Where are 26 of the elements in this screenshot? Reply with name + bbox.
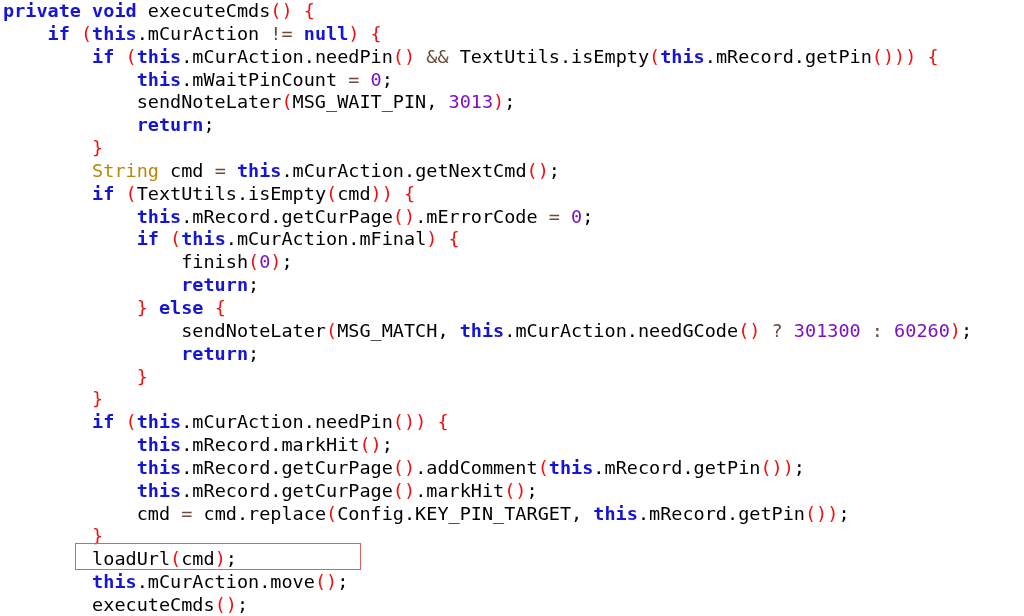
code-line: this.mWaitPinCount = 0;: [135, 68, 393, 90]
code-line: sendNoteLater(MSG_WAIT_PIN, 3013);: [135, 91, 516, 113]
code-line: executeCmds();: [91, 593, 249, 615]
code-line: this.mRecord.getCurPage().addComment(this.mRecord.getPin());: [135, 456, 805, 478]
code-line: finish(0);: [180, 251, 293, 273]
code-line: this.mRecord.getCurPage().markHit();: [135, 479, 538, 501]
code-line: return;: [135, 114, 215, 136]
code-line: sendNoteLater(MSG_MATCH, this.mCurAction.needGCode() ? 301300 : 60260);: [180, 319, 973, 341]
code-line: return;: [180, 342, 260, 364]
code-line: loadUrl(cmd);: [91, 548, 237, 570]
code-line: if (TextUtils.isEmpty(cmd)) {: [91, 182, 416, 204]
code-line: } else {: [135, 296, 226, 318]
code-line: if (this.mCurAction.needPin() && TextUtils.isEmpty(this.mRecord.getPin())) {: [91, 45, 939, 67]
code-line: }: [135, 365, 148, 387]
code-line: if (this.mCurAction != null) {: [46, 22, 382, 44]
code-line: return;: [180, 274, 260, 296]
code-line: this.mRecord.markHit();: [135, 434, 393, 456]
code-line: this.mCurAction.move();: [91, 571, 349, 593]
code-line: }: [91, 388, 104, 410]
code-line: if (this.mCurAction.needPin()) {: [91, 411, 449, 433]
code-line: cmd = cmd.replace(Config.KEY_PIN_TARGET, this.mRecord.getPin());: [135, 502, 850, 524]
code-line: this.mRecord.getCurPage().mErrorCode = 0;: [135, 205, 594, 227]
code-line: String cmd = this.mCurAction.getNextCmd();: [91, 159, 560, 181]
code-line: if (this.mCurAction.mFinal) {: [135, 228, 460, 250]
code-line: }: [91, 137, 104, 159]
code-line: private void executeCmds() {: [3, 0, 315, 21]
